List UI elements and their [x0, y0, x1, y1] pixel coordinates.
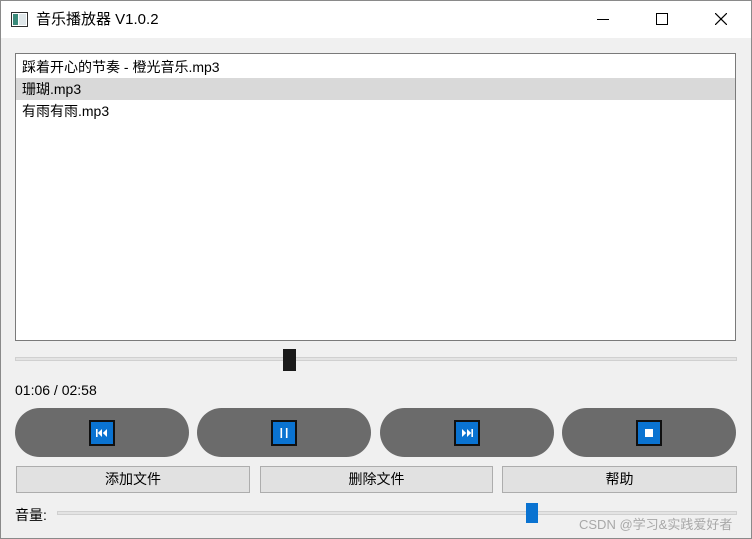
volume-label: 音量: — [15, 507, 47, 523]
skip-next-icon — [454, 420, 480, 446]
stop-icon — [636, 420, 662, 446]
close-icon — [715, 13, 727, 25]
progress-slider-track[interactable] — [15, 357, 737, 361]
time-display: 01:06 / 02:58 — [15, 382, 97, 398]
playlist-item[interactable]: 有雨有雨.mp3 — [16, 100, 735, 122]
pause-button[interactable] — [197, 408, 371, 457]
maximize-button[interactable] — [637, 1, 687, 38]
watermark: CSDN @学习&实践爱好者 — [579, 517, 733, 532]
volume-slider-handle[interactable] — [526, 503, 539, 523]
playlist[interactable]: 踩着开心的节奏 - 橙光音乐.mp3 珊瑚.mp3 有雨有雨.mp3 — [15, 53, 736, 341]
add-file-button[interactable]: 添加文件 — [16, 466, 250, 493]
previous-button[interactable] — [15, 408, 189, 457]
minimize-button[interactable] — [578, 1, 628, 38]
stop-button[interactable] — [562, 408, 736, 457]
playlist-item-selected[interactable]: 珊瑚.mp3 — [16, 78, 735, 100]
volume-slider-track[interactable] — [57, 511, 737, 515]
close-button[interactable] — [696, 1, 746, 38]
next-button[interactable] — [380, 408, 554, 457]
progress-slider-handle[interactable] — [282, 349, 296, 371]
delete-file-button[interactable]: 删除文件 — [260, 466, 493, 493]
pause-icon — [271, 420, 297, 446]
app-icon — [11, 12, 28, 27]
title-bar[interactable]: 音乐播放器 V1.0.2 — [1, 1, 751, 38]
minimize-icon — [597, 19, 609, 20]
main-window: 音乐播放器 V1.0.2 踩着开心的节奏 - 橙光音乐.mp3 珊瑚.mp3 有… — [0, 0, 752, 539]
maximize-icon — [656, 13, 668, 25]
playlist-item[interactable]: 踩着开心的节奏 - 橙光音乐.mp3 — [16, 56, 735, 78]
help-button[interactable]: 帮助 — [502, 466, 737, 493]
skip-previous-icon — [89, 420, 115, 446]
window-title: 音乐播放器 V1.0.2 — [36, 11, 159, 28]
